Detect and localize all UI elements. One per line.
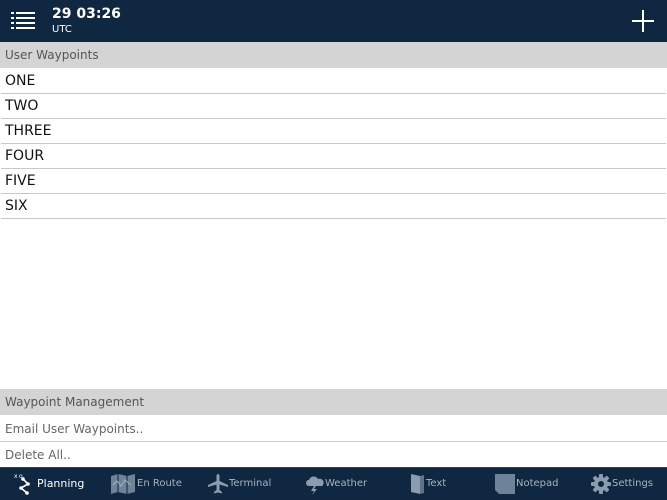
tab-label: Notepad (516, 478, 559, 489)
svg-text:x: x (14, 473, 18, 480)
notepad-icon (494, 473, 516, 499)
tab-label: Text (426, 478, 447, 489)
waypoint-row[interactable]: THREE (1, 119, 666, 144)
user-waypoints-header: User Waypoints (0, 42, 667, 68)
waypoint-list: ONE TWO THREE FOUR FIVE SIX (0, 69, 667, 219)
clock-timezone: UTC (52, 24, 72, 35)
cloud-lightning-icon (304, 473, 326, 499)
tab-settings[interactable]: Settings (590, 468, 660, 500)
tab-label: Weather (325, 478, 368, 489)
gear-icon (590, 473, 612, 499)
tab-notepad[interactable]: Notepad (494, 468, 564, 500)
tab-weather[interactable]: Weather (304, 468, 374, 500)
planning-icon: x o (13, 471, 35, 499)
delete-all-button[interactable]: Delete All.. (0, 442, 667, 468)
map-icon (110, 473, 136, 499)
waypoint-management-header: Waypoint Management (0, 389, 667, 415)
waypoint-row[interactable]: FOUR (1, 144, 666, 169)
email-waypoints-button[interactable]: Email User Waypoints.. (0, 416, 667, 442)
airplane-icon (207, 473, 229, 499)
list-menu-icon[interactable] (11, 11, 35, 30)
tab-label: Terminal (229, 478, 272, 489)
waypoint-row[interactable]: TWO (1, 94, 666, 119)
add-waypoint-icon[interactable] (631, 9, 655, 33)
waypoint-row[interactable]: FIVE (1, 169, 666, 194)
waypoint-row[interactable]: SIX (1, 194, 666, 219)
bottom-tab-bar: x o Planning En Route Terminal Weather T… (0, 467, 667, 500)
tab-en-route[interactable]: En Route (110, 468, 182, 500)
tab-label: Settings (612, 478, 654, 489)
tab-text[interactable]: Text (409, 468, 469, 500)
tab-planning[interactable]: x o Planning (13, 468, 93, 500)
waypoint-row[interactable]: ONE (1, 69, 666, 94)
tab-terminal[interactable]: Terminal (207, 468, 277, 500)
top-bar: 29 03:26 UTC (0, 0, 667, 42)
tab-label: En Route (137, 478, 182, 489)
document-icon (409, 473, 425, 499)
clock-time: 29 03:26 (52, 6, 121, 22)
tab-label: Planning (37, 477, 85, 490)
